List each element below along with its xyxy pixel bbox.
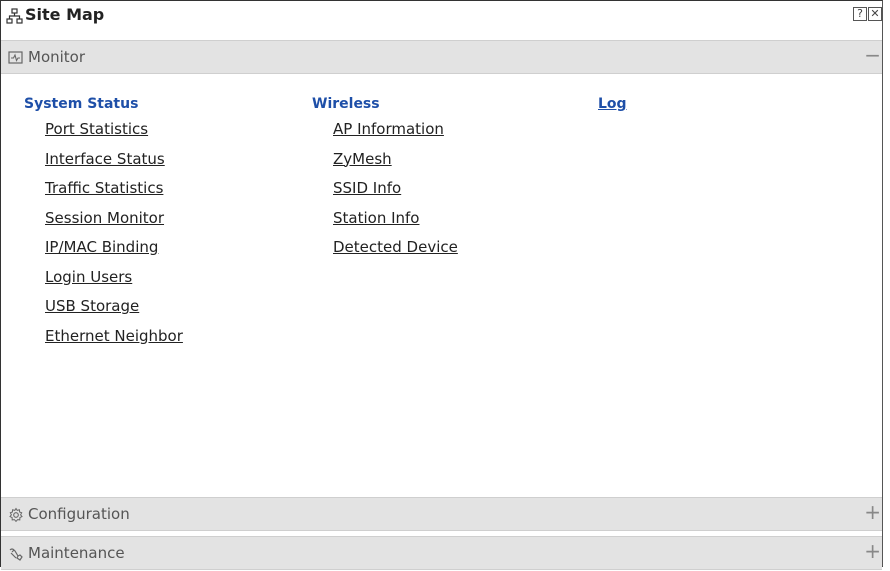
login-users-link[interactable]: Login Users [45,268,132,286]
ethernet-neighbor-link[interactable]: Ethernet Neighbor [45,327,183,345]
gear-icon [9,507,23,523]
system-status-title: System Status [24,96,139,112]
list-item: ZyMesh [333,144,458,174]
list-item: IP/MAC Binding [45,232,183,262]
station-info-link[interactable]: Station Info [333,209,419,227]
wrench-icon [9,548,23,561]
expand-icon[interactable]: + [864,541,881,561]
list-item: Login Users [45,262,183,292]
section-configuration-header[interactable]: Configuration + [1,497,882,531]
list-item: SSID Info [333,173,458,203]
ap-information-link[interactable]: AP Information [333,120,444,138]
list-item: USB Storage [45,291,183,321]
usb-storage-link[interactable]: USB Storage [45,297,139,315]
sitemap-icon [6,8,23,24]
section-configuration-label: Configuration [28,505,130,523]
window-title: Site Map [25,5,105,24]
section-maintenance-label: Maintenance [28,544,125,562]
close-button[interactable]: ✕ [868,7,882,21]
wireless-title: Wireless [312,96,380,112]
collapse-icon[interactable]: − [864,45,881,65]
ssid-info-link[interactable]: SSID Info [333,179,401,197]
wireless-group: Wireless AP Information ZyMesh SSID Info… [312,94,458,262]
list-item: Station Info [333,203,458,233]
site-map-window: Site Map ? ✕ Monitor − System Status Por… [0,0,883,570]
list-item: Traffic Statistics [45,173,183,203]
system-status-group: System Status Port Statistics Interface … [24,94,183,350]
list-item: AP Information [333,114,458,144]
log-group: Log [598,94,627,114]
ip-mac-binding-link[interactable]: IP/MAC Binding [45,238,158,256]
section-maintenance-header[interactable]: Maintenance + [1,536,882,570]
expand-icon[interactable]: + [864,502,881,522]
traffic-statistics-link[interactable]: Traffic Statistics [45,179,163,197]
list-item: Detected Device [333,232,458,262]
log-link[interactable]: Log [598,94,627,114]
system-status-list: Port Statistics Interface Status Traffic… [24,114,183,350]
section-monitor-label: Monitor [28,48,86,66]
help-button[interactable]: ? [853,7,867,21]
section-monitor-header[interactable]: Monitor − [1,40,882,74]
list-item: Ethernet Neighbor [45,321,183,351]
monitor-icon [8,51,23,64]
title-bar: Site Map ? ✕ [1,1,882,31]
detected-device-link[interactable]: Detected Device [333,238,458,256]
list-item: Interface Status [45,144,183,174]
wireless-list: AP Information ZyMesh SSID Info Station … [312,114,458,262]
monitor-content: System Status Port Statistics Interface … [1,74,882,497]
zymesh-link[interactable]: ZyMesh [333,150,392,168]
interface-status-link[interactable]: Interface Status [45,150,165,168]
list-item: Port Statistics [45,114,183,144]
session-monitor-link[interactable]: Session Monitor [45,209,164,227]
list-item: Session Monitor [45,203,183,233]
port-statistics-link[interactable]: Port Statistics [45,120,148,138]
